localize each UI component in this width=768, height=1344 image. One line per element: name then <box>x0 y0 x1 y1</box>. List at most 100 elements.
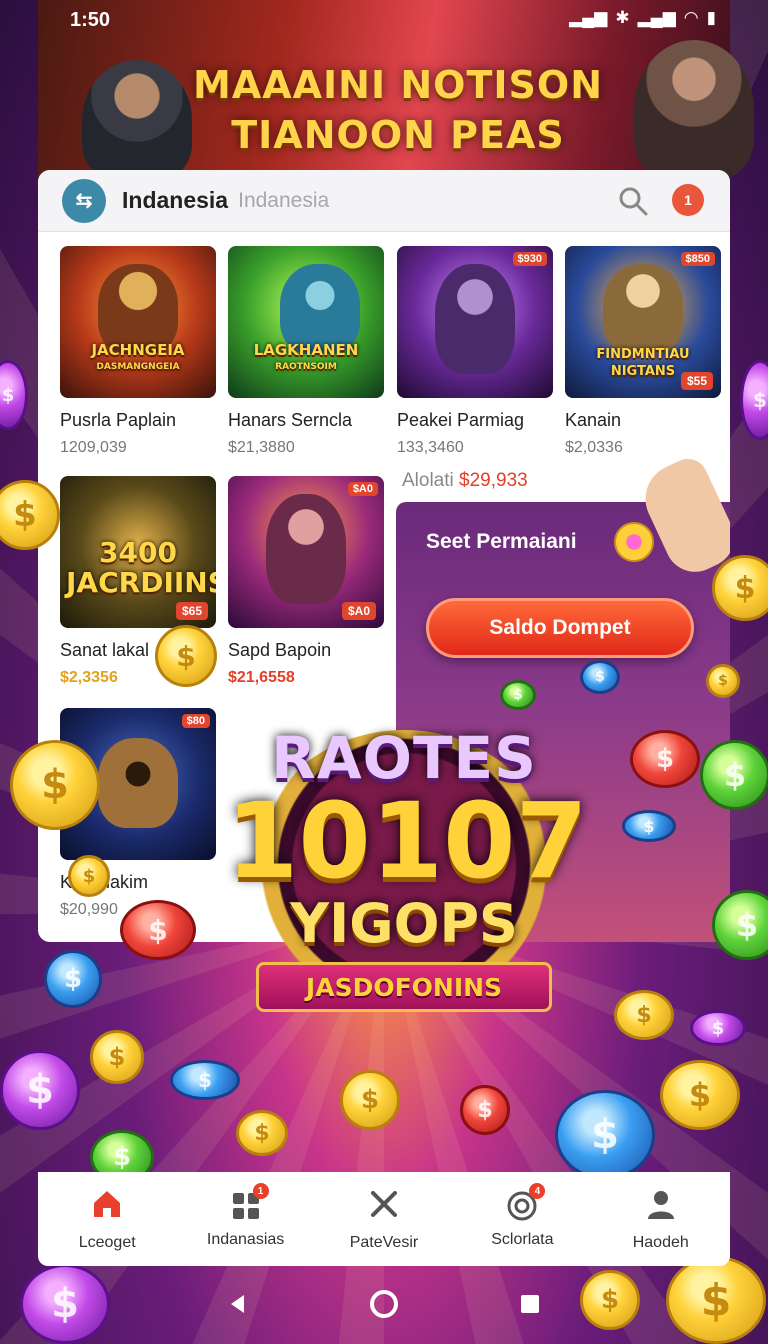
game-tile[interactable]: LAGKHANEN RAOTNSOIM Hanars Sernclа $21,3… <box>228 246 384 457</box>
gold-coin-icon: $ <box>340 1070 400 1130</box>
game-name: Hanars Sernclа <box>228 410 353 430</box>
tools-icon <box>370 1190 397 1217</box>
balance-label: Alolati <box>402 470 454 491</box>
bluetooth-icon: ✱ <box>615 8 630 27</box>
game-price: 133,3460 <box>397 439 464 456</box>
promo-title: Seet Permaiani <box>426 530 577 553</box>
game-price: $21,6558 <box>228 669 295 686</box>
home-icon <box>94 1190 121 1217</box>
jackpot-subtitle: YIGOPS <box>290 892 518 955</box>
purple-coin-icon: $ <box>0 1050 80 1130</box>
thumb-title: LAGKHANEN <box>253 341 359 359</box>
blue-coin-icon: $ <box>44 950 102 1008</box>
game-price: $2,0336 <box>565 439 623 456</box>
home-button-icon[interactable] <box>362 1282 406 1326</box>
nav-item-profile[interactable]: Haodeh <box>596 1187 726 1252</box>
nav-badge: 1 <box>252 1183 269 1199</box>
app-header: ⇆ Indanesia Indanesia 1 <box>38 170 730 232</box>
knight-illustration <box>634 40 754 180</box>
game-thumbnail[interactable]: $A0 $A0 <box>228 476 384 628</box>
app-name: Indanesia <box>122 187 229 213</box>
game-price: $21,3880 <box>228 439 295 456</box>
gold-coin-icon: $ <box>236 1110 288 1156</box>
banner-title-line2: TIANOON PEAS <box>231 113 565 157</box>
game-thumbnail[interactable]: 3400 JACRDIINS $65 <box>60 476 216 628</box>
game-name: Peakei Parmiag <box>397 410 525 430</box>
gold-coin-icon: $ <box>614 990 674 1040</box>
game-top-badge: $930 <box>512 252 547 266</box>
game-name: Kanain <box>565 410 622 430</box>
game-price: 1209,039 <box>60 439 127 456</box>
app-subtitle: Indanesia <box>238 188 330 212</box>
game-thumbnail[interactable]: $930 <box>397 246 553 398</box>
game-thumbnail-label: LAGKHANEN RAOTNSOIM <box>234 342 378 376</box>
system-navigation-bar <box>0 1266 768 1344</box>
game-thumbnail[interactable]: $850 FINDMNTIAU NIGTANS $55 <box>565 246 721 398</box>
warrior-illustration <box>82 60 192 180</box>
signal-icon: ▂▄▆ <box>637 8 676 27</box>
status-time: 1:50 <box>70 9 111 31</box>
game-bottom-badge: $65 <box>175 602 208 620</box>
status-bar: 1:50 ▂▄▆ ✱ ▂▄▆ ◠ ▮ <box>0 0 768 40</box>
nav-label: Indanasias <box>206 1231 285 1248</box>
nav-label: PateVesir <box>349 1233 419 1251</box>
blue-coin-icon: $ <box>555 1090 655 1180</box>
status-icons: ▂▄▆ ✱ ▂▄▆ ◠ ▮ <box>569 8 716 28</box>
game-top-badge: $80 <box>181 714 210 728</box>
jackpot-emblem[interactable]: RAOTES 10107 YIGOPS JASDOFONINS <box>226 700 588 1040</box>
blue-coin-icon: $ <box>580 660 620 694</box>
thumb-subtitle: DASMANGNGEIA <box>96 362 180 372</box>
game-tile[interactable]: $850 FINDMNTIAU NIGTANS $55 Kanain $2,03… <box>565 246 721 457</box>
nav-item-home[interactable]: Lceoget <box>42 1187 172 1252</box>
notification-badge: 1 <box>684 192 692 208</box>
red-coin-icon: $ <box>630 730 700 788</box>
nav-label: Sclorlata <box>491 1231 554 1248</box>
signal-icon: ▂▄▆ <box>569 8 608 27</box>
gold-coin-icon: $ <box>660 1060 740 1130</box>
coin-icon <box>614 522 654 562</box>
thumb-title: JACHNGEIA <box>91 341 185 359</box>
red-coin-icon: $ <box>120 900 196 960</box>
balance-amount: $29,933 <box>459 470 528 491</box>
gold-coin-icon: $ <box>706 664 740 698</box>
game-bottom-badge: $A0 <box>341 602 376 620</box>
blue-coin-icon: $ <box>622 810 676 842</box>
wallet-balance-button[interactable]: Saldo Dompet <box>426 598 694 658</box>
game-thumbnail-label: JACHNGEIA DASMANGNGEIA <box>66 342 210 376</box>
target-icon: 4 <box>505 1183 546 1223</box>
nav-label: Haodeh <box>632 1233 689 1251</box>
game-tile[interactable]: JACHNGEIA DASMANGNGEIA Pusrla Paplain 12… <box>60 246 216 457</box>
game-thumbnail[interactable]: JACHNGEIA DASMANGNGEIA <box>60 246 216 398</box>
game-top-badge: $A0 <box>347 482 378 496</box>
banner-title-line1: MAAAINI NOTISON <box>193 63 603 107</box>
recents-icon[interactable] <box>508 1282 552 1326</box>
game-tile[interactable]: $A0 $A0 Sapd Bapoin $21,6558 <box>228 476 384 687</box>
game-top-badge: $850 <box>680 252 715 266</box>
notification-bell-icon[interactable]: 1 <box>672 184 704 216</box>
search-icon[interactable] <box>616 184 650 218</box>
gold-coin-icon: $ <box>90 1030 144 1084</box>
nav-item-tools[interactable]: PateVesir <box>319 1187 449 1252</box>
jackpot-amount: 10107 <box>226 780 588 902</box>
thumb-subtitle: RAOTNSOIM <box>275 362 337 372</box>
gold-coin-icon: $ <box>10 740 100 830</box>
balance-summary: Alolati $29,933 <box>402 470 528 492</box>
nav-item-target[interactable]: 4 Sclorlata <box>457 1183 587 1249</box>
nav-item-games[interactable]: 1 Indanasias <box>181 1183 311 1249</box>
purple-coin-icon: $ <box>690 1010 746 1046</box>
game-thumbnail-label: 3400 JACRDIINS <box>66 536 216 599</box>
nav-badge: 4 <box>529 1183 546 1199</box>
app-logo-icon[interactable]: ⇆ <box>62 178 106 223</box>
game-tile[interactable]: $930 Peakei Parmiag 133,3460 <box>397 246 553 457</box>
red-coin-icon: $ <box>460 1085 510 1135</box>
game-thumbnail[interactable]: LAGKHANEN RAOTNSOIM <box>228 246 384 398</box>
hand-illustration <box>634 452 730 582</box>
blue-coin-icon: $ <box>170 1060 240 1100</box>
game-name: Pusrla Paplain <box>60 410 177 430</box>
game-bottom-badge: $55 <box>680 372 713 390</box>
bottom-navigation: Lceoget 1 Indanasias PateVesir 4 Sclorla… <box>38 1172 730 1266</box>
back-icon[interactable] <box>216 1282 260 1326</box>
wifi-icon: ◠ <box>683 8 699 27</box>
green-coin-icon: $ <box>700 740 768 810</box>
battery-icon: ▮ <box>706 8 716 27</box>
